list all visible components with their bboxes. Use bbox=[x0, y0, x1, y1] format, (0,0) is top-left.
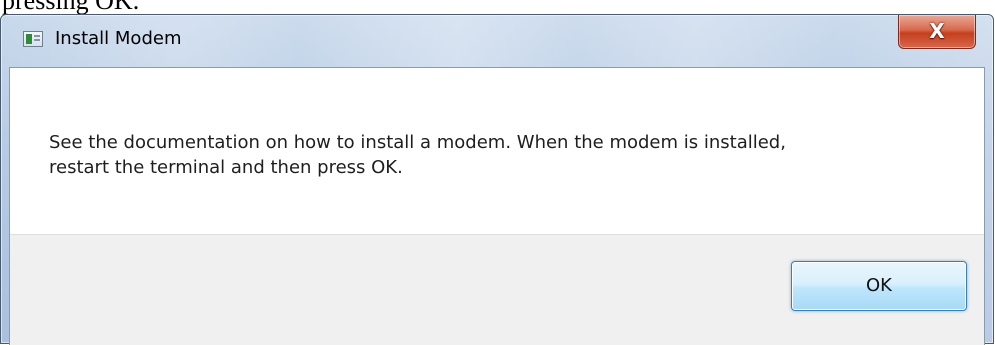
dialog-window: Install Modem X See the documentation on… bbox=[0, 14, 994, 345]
message-line-1: See the documentation on how to install … bbox=[49, 132, 786, 153]
app-window-icon bbox=[23, 31, 43, 47]
window-title: Install Modem bbox=[55, 28, 182, 49]
message-line-2: restart the terminal and then press OK. bbox=[49, 157, 403, 178]
close-icon: X bbox=[929, 19, 945, 43]
close-button[interactable]: X bbox=[898, 15, 976, 49]
title-bar[interactable]: Install Modem X bbox=[1, 15, 993, 67]
dialog-message: See the documentation on how to install … bbox=[49, 130, 949, 180]
dialog-button-area: OK bbox=[10, 234, 984, 345]
ok-button[interactable]: OK bbox=[791, 261, 967, 311]
dialog-client-area: See the documentation on how to install … bbox=[9, 67, 985, 345]
